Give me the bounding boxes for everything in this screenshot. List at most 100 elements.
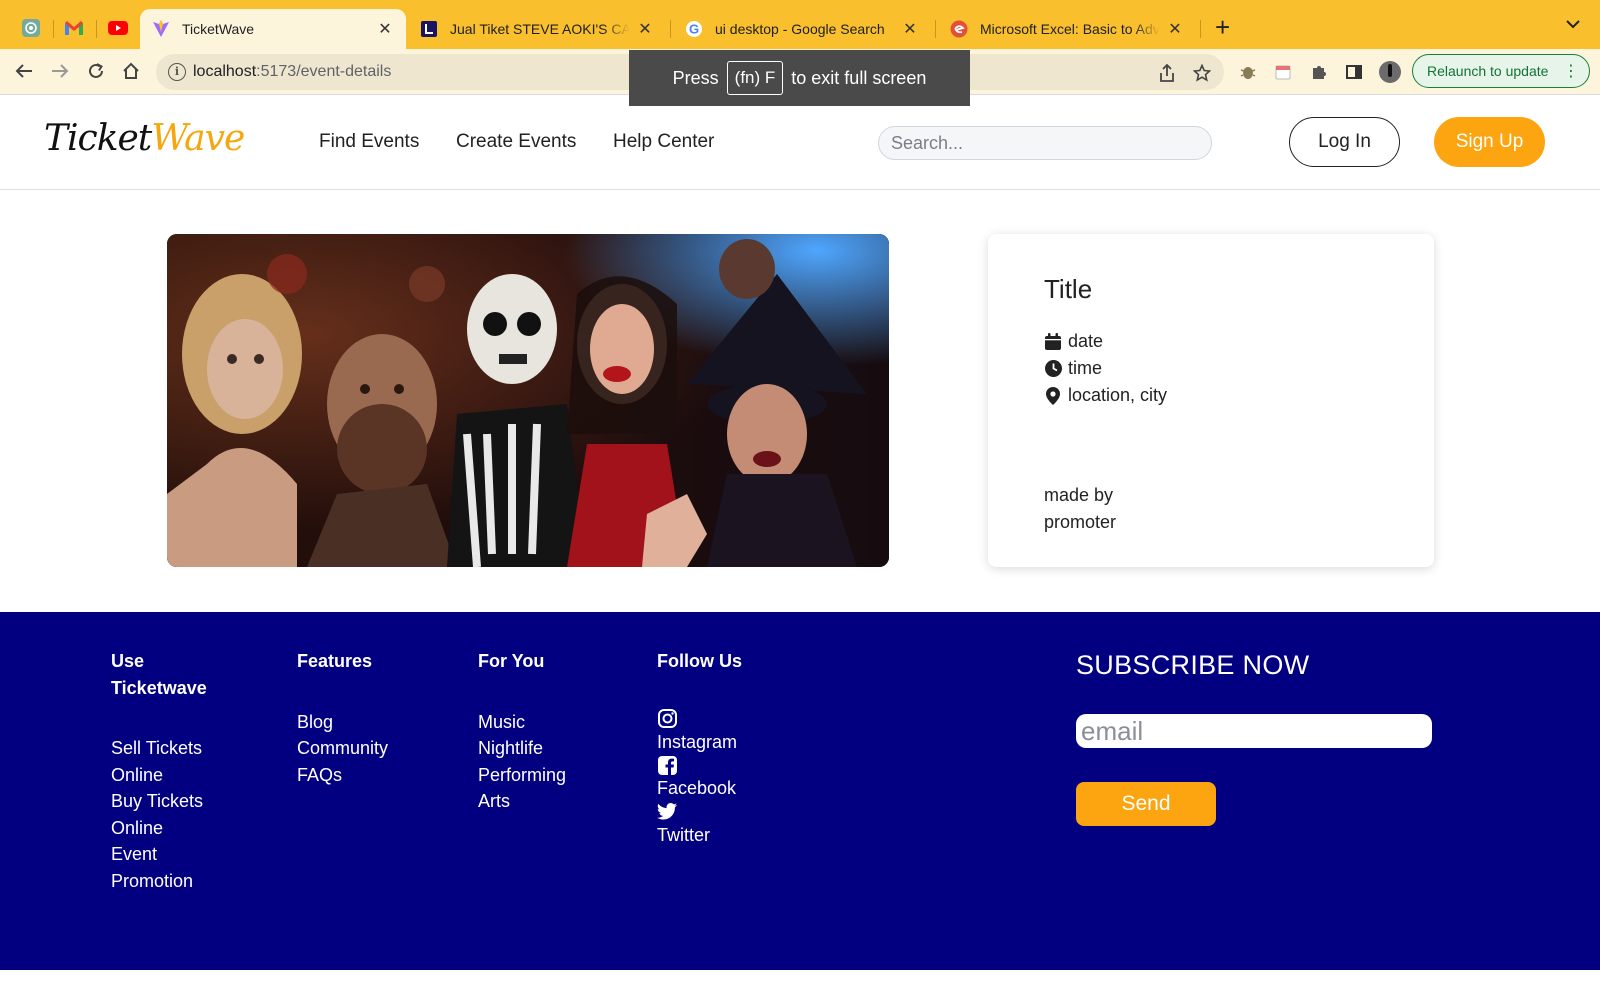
vite-icon [152,20,170,38]
footer-link-twitter[interactable]: Twitter [657,802,817,849]
share-icon[interactable] [1156,62,1178,84]
footer-link-instagram[interactable]: Instagram [657,709,817,756]
footer-link-facebook[interactable]: Facebook [657,755,817,802]
tab-title: TicketWave [182,21,255,37]
pinned-tab-youtube[interactable] [103,13,133,43]
event-time: time [1068,358,1103,378]
instagram-icon [657,709,677,729]
nav-find-events[interactable]: Find Events [319,131,419,153]
tab-google-search[interactable]: G ui desktop - Google Search ✕ [673,9,931,49]
tab-title: Jual Tiket STEVE AOKI'S CAKE [450,21,630,37]
back-arrow-icon[interactable] [11,58,37,84]
search-input[interactable] [878,126,1212,160]
event-image [167,234,889,567]
tab-separator [53,20,54,38]
event-date-row: date [1044,331,1103,352]
chatgpt-icon [22,19,40,37]
footer-link-event-promotion[interactable]: Event Promotion [111,841,231,894]
relaunch-to-update-button[interactable]: Relaunch to update ⋮ [1412,54,1590,88]
footer-link-nightlife[interactable]: Nightlife [478,735,588,762]
event-time-row: time [1044,358,1102,379]
tab-excel-course[interactable]: Microsoft Excel: Basic to Adva ✕ [938,9,1196,49]
halloween-party-photo [167,234,889,567]
tab-ticketwave[interactable]: TicketWave ✕ [140,9,406,49]
tab-separator [670,20,671,38]
event-details-card: Title date time location, city made by p… [988,234,1434,567]
event-date: date [1068,331,1104,351]
forward-arrow-icon[interactable] [47,58,73,84]
relaunch-label: Relaunch to update [1427,63,1549,79]
site-header: TicketWave Find Events Create Events Hel… [0,96,1600,190]
footer-link-faqs[interactable]: FAQs [297,762,437,789]
instagram-label: Instagram [657,731,738,752]
facebook-icon [657,755,677,775]
logo-text-wave: Wave [151,118,245,159]
close-icon[interactable]: ✕ [636,19,654,39]
bookmark-star-icon[interactable] [1191,62,1213,84]
footer-link-community[interactable]: Community [297,735,437,762]
edu-icon [950,20,968,38]
toast-suffix-text: to exit full screen [791,67,927,88]
map-pin-icon [1044,386,1062,405]
tab-separator [96,20,97,38]
profile-avatar-icon[interactable] [1379,61,1401,83]
tab-loket[interactable]: Jual Tiket STEVE AOKI'S CAKE ✕ [408,9,666,49]
url-host: localhost [193,63,257,80]
made-by-label: made by [1044,485,1114,505]
browser-tab-bar: TicketWave ✕ Jual Tiket STEVE AOKI'S CAK… [0,0,1600,49]
subscribe-email-input[interactable] [1076,714,1432,748]
footer-link-performing-arts[interactable]: Performing Arts [478,762,588,815]
footer-link-blog[interactable]: Blog [297,709,437,736]
calendar-icon [1044,333,1062,351]
twitter-label: Twitter [657,824,711,845]
event-location-row: location, city [1044,385,1167,406]
new-tab-plus-icon[interactable]: + [1215,14,1230,40]
ticketwave-logo[interactable]: TicketWave [44,118,245,159]
footer-link-buy-tickets[interactable]: Buy Tickets Online [111,788,231,841]
tab-separator [1200,20,1201,38]
tab-search-chevron-icon[interactable] [1566,16,1580,34]
fullscreen-exit-toast: Press (fn) F to exit full screen [629,50,970,106]
subscribe-send-button[interactable]: Send [1076,782,1216,826]
footer-col-for-you: For You Music Nightlife Performing Arts [478,648,588,815]
site-info-icon[interactable]: i [168,63,186,81]
footer-col-use-ticketwave: Use Ticketwave Sell Tickets Online Buy T… [111,648,231,894]
nav-create-events[interactable]: Create Events [456,131,576,153]
reload-icon[interactable] [83,58,109,84]
home-icon[interactable] [118,58,144,84]
calendar-extension-icon[interactable] [1272,61,1294,83]
svg-text:G: G [689,22,699,37]
tab-title: ui desktop - Google Search [715,21,885,37]
twitter-icon [657,802,677,822]
side-panel-icon[interactable] [1343,61,1365,83]
event-title: Title [1044,274,1093,304]
footer-heading: Features [297,651,373,671]
footer-link-sell-tickets[interactable]: Sell Tickets Online [111,735,231,788]
close-icon[interactable]: ✕ [376,19,394,39]
google-icon: G [685,20,703,38]
footer-heading: Follow Us [657,651,742,671]
logo-text-ticket: Ticket [44,118,152,159]
tab-separator [935,20,936,38]
clock-icon [1044,360,1062,378]
extensions-puzzle-icon[interactable] [1308,61,1330,83]
footer-link-music[interactable]: Music [478,709,588,736]
facebook-label: Facebook [657,778,737,798]
footer-col-follow-us: Follow Us Instagram Facebook Twitter [657,648,817,848]
promoter-name[interactable]: promoter [1044,509,1164,536]
more-vert-icon[interactable]: ⋮ [1563,61,1579,81]
pinned-tab-gmail[interactable] [59,13,89,43]
signup-button[interactable]: Sign Up [1434,117,1545,167]
pinned-tab-chatgpt[interactable] [16,13,46,43]
gmail-icon [65,21,83,35]
nav-help-center[interactable]: Help Center [613,131,714,153]
toast-press-text: Press [672,67,719,88]
youtube-icon [108,21,128,35]
event-organizer: made by promoter [1044,482,1164,536]
close-icon[interactable]: ✕ [901,19,919,39]
tab-title: Microsoft Excel: Basic to Adva [980,21,1160,37]
close-icon[interactable]: ✕ [1166,19,1184,39]
bug-extension-icon[interactable] [1237,61,1259,83]
login-button[interactable]: Log In [1289,117,1400,167]
site-footer: Use Ticketwave Sell Tickets Online Buy T… [0,612,1600,970]
